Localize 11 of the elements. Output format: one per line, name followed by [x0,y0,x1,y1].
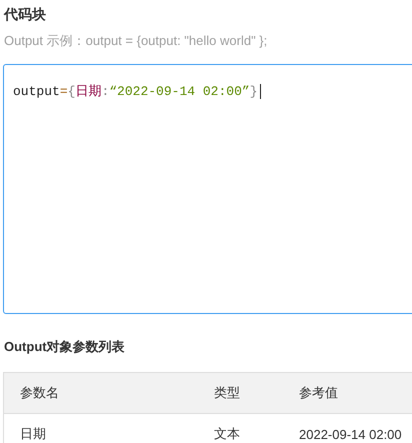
table-cell: 文本 [214,414,299,443]
code-line: output={日期:“2022-09-14 02:00”} [13,83,258,100]
example-hint: Output 示例：output = {output: "hello world" }; [4,32,268,50]
section-title: Output对象参数列表 [4,338,126,356]
table-cell: 2022-09-14 02:00 [299,414,412,443]
column-header: 参数名 [4,372,214,414]
code-editor[interactable]: output={日期:“2022-09-14 02:00”} [3,64,412,314]
section-title: 代码块 [4,6,47,24]
table-cell: 日期 [4,414,214,443]
column-header: 参考值 [299,372,412,414]
column-header: 类型 [214,372,299,414]
